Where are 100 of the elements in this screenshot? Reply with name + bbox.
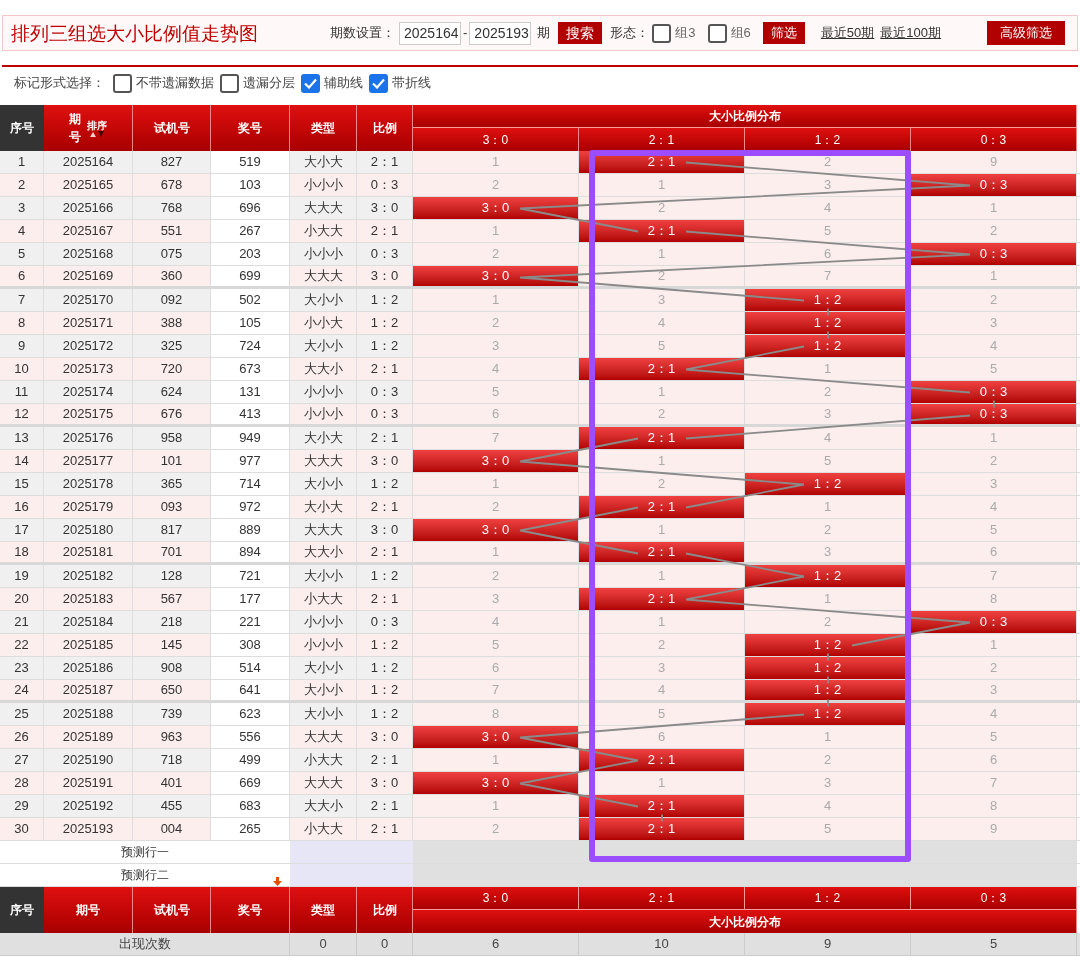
type-cell: 小小大 <box>290 312 357 334</box>
type-cell: 大小小 <box>290 703 357 725</box>
column-header: 类型 <box>290 887 357 933</box>
miss-count-cell: 3 <box>579 657 745 679</box>
miss-count-cell: 5 <box>413 381 579 403</box>
issue-cell: 2025184 <box>44 611 133 633</box>
ratio-cell: 0：3 <box>357 381 413 403</box>
hit-cell: 2：1 <box>579 220 745 242</box>
form-checkbox[interactable] <box>707 23 727 43</box>
mark-style-option: 辅助线 <box>324 73 363 93</box>
type-cell: 大小大 <box>290 151 357 173</box>
ratio-cell: 3：0 <box>357 519 413 541</box>
mark-style-checkbox[interactable] <box>301 73 320 93</box>
test-number-cell: 958 <box>133 427 211 449</box>
hit-cell: 0：3 <box>911 611 1077 633</box>
ratio-cell: 0：3 <box>357 611 413 633</box>
miss-count-cell: 4 <box>911 335 1077 357</box>
hit-cell: 2：1 <box>579 818 745 840</box>
type-cell: 小小小 <box>290 243 357 265</box>
sub-column-header: 0：3 <box>911 128 1077 151</box>
miss-count-cell: 1 <box>911 266 1077 286</box>
mark-style-option: 不带遗漏数据 <box>136 73 214 93</box>
test-number-cell: 678 <box>133 174 211 196</box>
row-number: 2 <box>0 174 44 196</box>
filter-button[interactable]: 筛选 <box>762 22 805 44</box>
miss-count-cell: 6 <box>579 726 745 748</box>
hit-cell: 3：0 <box>413 519 579 541</box>
issue-cell: 2025164 <box>44 151 133 173</box>
issue-cell: 2025180 <box>44 519 133 541</box>
test-number-cell: 128 <box>133 565 211 587</box>
ratio-cell: 2：1 <box>357 427 413 449</box>
mark-style-checkbox[interactable] <box>220 73 239 93</box>
hit-cell: 2：1 <box>579 749 745 771</box>
column-header: 比例 <box>357 105 413 151</box>
mark-style-checkbox[interactable] <box>113 73 132 93</box>
issue-cell: 2025188 <box>44 703 133 725</box>
miss-count-cell: 2 <box>911 657 1077 679</box>
type-cell: 大小小 <box>290 289 357 311</box>
row-number: 8 <box>0 312 44 334</box>
test-number-cell: 218 <box>133 611 211 633</box>
issue-cell: 2025191 <box>44 772 133 794</box>
row-number: 20 <box>0 588 44 610</box>
ratio-cell: 0：3 <box>357 404 413 424</box>
test-number-cell: 145 <box>133 634 211 656</box>
count-cell: 6 <box>413 933 579 955</box>
prediction-row-label: 预测行二 <box>121 867 169 884</box>
test-number-cell: 768 <box>133 197 211 219</box>
row-number: 18 <box>0 542 44 562</box>
miss-count-cell: 2 <box>413 496 579 518</box>
miss-count-cell: 5 <box>579 335 745 357</box>
mark-style-option: 遗漏分层 <box>243 73 295 93</box>
hit-cell: 0：3 <box>911 381 1077 403</box>
type-cell: 大小大 <box>290 496 357 518</box>
form-checkbox[interactable] <box>652 23 672 43</box>
mark-style-checkbox[interactable] <box>369 73 388 93</box>
miss-count-cell: 1 <box>413 151 579 173</box>
test-number-cell: 093 <box>133 496 211 518</box>
recent-periods-link[interactable]: 最近50期 <box>820 23 875 43</box>
row-number: 1 <box>0 151 44 173</box>
hit-cell: 3：0 <box>413 726 579 748</box>
type-cell: 大小小 <box>290 680 357 700</box>
miss-count-cell: 6 <box>413 657 579 679</box>
count-cell: 9 <box>745 933 911 955</box>
count-cell: 0 <box>357 933 413 955</box>
down-arrow-icon[interactable] <box>273 877 282 886</box>
hit-cell: 2：1 <box>579 427 745 449</box>
row-number: 27 <box>0 749 44 771</box>
sub-column-header: 0：3 <box>911 887 1077 910</box>
issue-cell: 2025189 <box>44 726 133 748</box>
ratio-cell: 1：2 <box>357 634 413 656</box>
miss-count-cell: 6 <box>911 749 1077 771</box>
column-header: 试机号 <box>133 105 211 151</box>
search-button[interactable]: 搜索 <box>558 22 603 44</box>
sub-column-header: 1：2 <box>745 128 911 151</box>
sort-link[interactable]: 排序 <box>87 119 107 131</box>
ratio-cell: 1：2 <box>357 335 413 357</box>
ratio-cell: 0：3 <box>357 174 413 196</box>
sort-arrows-icon[interactable] <box>90 130 104 137</box>
advanced-filter-button[interactable]: 高级筛选 <box>987 21 1065 45</box>
ratio-cell: 2：1 <box>357 542 413 562</box>
type-cell: 大小小 <box>290 335 357 357</box>
summary-label: 出现次数 <box>0 933 290 955</box>
miss-count-cell: 2 <box>911 450 1077 472</box>
miss-count-cell: 5 <box>579 703 745 725</box>
miss-count-cell: 2 <box>413 818 579 840</box>
issue-cell: 2025171 <box>44 312 133 334</box>
test-number-cell: 101 <box>133 450 211 472</box>
miss-count-cell: 4 <box>413 611 579 633</box>
row-number: 3 <box>0 197 44 219</box>
ratio-cell: 3：0 <box>357 772 413 794</box>
recent-periods-link[interactable]: 最近100期 <box>880 23 941 43</box>
end-period-field[interactable]: 2025193 <box>469 21 532 45</box>
type-cell: 小大大 <box>290 749 357 771</box>
miss-count-cell: 1 <box>413 542 579 562</box>
sub-column-header: 3：0 <box>413 128 579 151</box>
start-period-field[interactable]: 2025164 <box>399 21 461 45</box>
miss-count-cell: 6 <box>413 404 579 424</box>
miss-count-cell: 5 <box>911 726 1077 748</box>
type-cell: 小小小 <box>290 174 357 196</box>
test-number-cell: 325 <box>133 335 211 357</box>
